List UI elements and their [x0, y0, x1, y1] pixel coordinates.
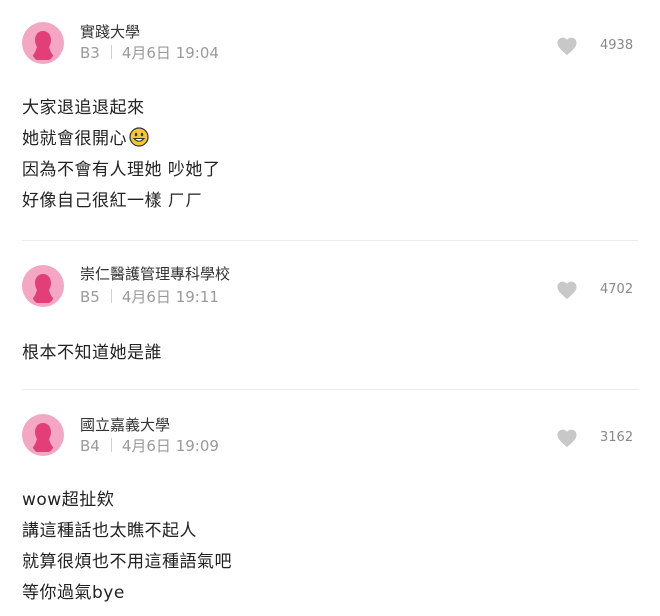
comment-item: 崇仁醫護管理專科學校 B5 4月6日 19:11 4702 根本不知道她是誰 — [0, 241, 660, 389]
comment-item: 國立嘉義大學 B4 4月6日 19:09 3162 wow超扯欸 講這種話也太瞧不… — [0, 390, 660, 616]
meta-divider — [110, 45, 112, 59]
smiley-face-icon — [129, 127, 149, 147]
comment-text-line: 根本不知道她是誰 — [22, 343, 162, 363]
school-name[interactable]: 國立嘉義大學 — [80, 414, 170, 435]
comment-text: 她就會很開心 — [22, 129, 127, 149]
meta-divider — [110, 438, 112, 452]
comment-text-line: wow超扯欸 — [22, 490, 115, 510]
comment-date: 4月6日 19:04 — [121, 44, 219, 62]
female-avatar-icon — [33, 274, 53, 303]
heart-icon[interactable] — [556, 280, 578, 300]
like-count: 4938 — [600, 38, 634, 53]
comment-text-line: 大家退追退起來 — [22, 98, 145, 118]
floor-number: B3 — [80, 44, 100, 62]
like-count: 4702 — [600, 282, 634, 297]
floor-number: B4 — [80, 437, 100, 455]
comment-text-line: 她就會很開心 — [22, 124, 149, 149]
comment-text-line: 因為不會有人理她 吵她了 — [22, 160, 221, 180]
female-avatar-icon — [33, 423, 53, 452]
comment-date: 4月6日 19:11 — [121, 288, 219, 306]
comment-meta: B3 4月6日 19:04 — [80, 42, 219, 63]
comment-text-line: 就算很煩也不用這種語氣吧 — [22, 552, 232, 572]
comment-item: 實踐大學 B3 4月6日 19:04 4938 大家退追退起來 她就會很開心 因為… — [0, 0, 660, 240]
avatar[interactable] — [22, 22, 64, 64]
comment-date: 4月6日 19:09 — [121, 437, 219, 455]
comment-text-line: 講這種話也太瞧不起人 — [22, 521, 197, 541]
heart-icon[interactable] — [556, 36, 578, 56]
school-name[interactable]: 實踐大學 — [80, 21, 140, 42]
comment-text-line: 好像自己很紅一樣 ㄏㄏ — [22, 191, 203, 211]
comment-meta: B5 4月6日 19:11 — [80, 286, 219, 307]
avatar[interactable] — [22, 414, 64, 456]
floor-number: B5 — [80, 288, 100, 306]
comment-meta: B4 4月6日 19:09 — [80, 435, 219, 456]
heart-icon[interactable] — [556, 428, 578, 448]
comment-text-line: 等你過氣bye — [22, 583, 125, 603]
school-name[interactable]: 崇仁醫護管理專科學校 — [80, 263, 230, 284]
like-count: 3162 — [600, 430, 634, 445]
avatar[interactable] — [22, 265, 64, 307]
female-avatar-icon — [33, 31, 53, 60]
meta-divider — [110, 289, 112, 303]
